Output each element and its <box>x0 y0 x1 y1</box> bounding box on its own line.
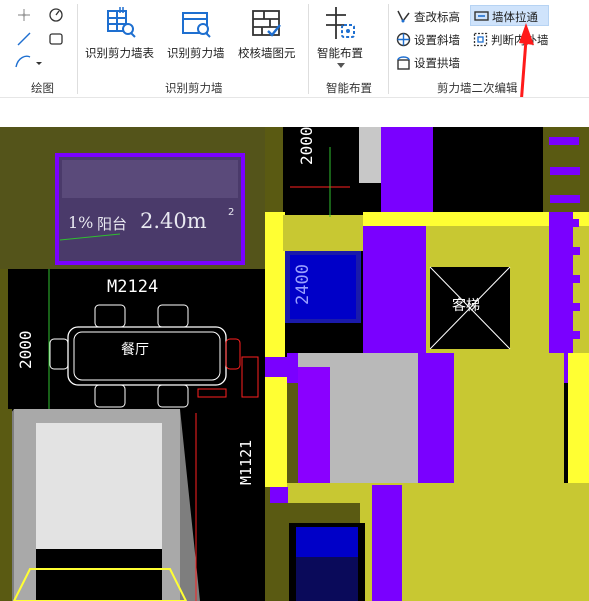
balcony-slope-text: 1% <box>68 213 94 232</box>
ribbon-toolbar: 绘图 识别剪力墙表 识别剪力墙 校核墙图元 识别剪力墙 智能布置 智能布置 查改… <box>0 0 589 158</box>
cad-canvas[interactable]: 1% 阳台 2.40m 2 M2124 2000 2000 2400 餐厅 M1… <box>0 127 589 601</box>
dining-room-label: 餐厅 <box>121 342 149 358</box>
wall-join-icon <box>474 11 489 21</box>
dim-2000-top: 2000 <box>297 127 316 165</box>
check-wall-button[interactable]: 校核墙图元 <box>238 45 296 61</box>
rect-icon[interactable] <box>48 31 64 47</box>
group-label-draw: 绘图 <box>31 81 54 95</box>
door-m2124-label: M2124 <box>107 277 159 297</box>
set-slant-wall-button[interactable]: 设置斜墙 <box>414 32 460 48</box>
elevation-icon[interactable] <box>396 9 411 24</box>
elevator-label: 客梯 <box>452 298 480 314</box>
smart-place-icon[interactable] <box>324 5 358 41</box>
arch-wall-icon[interactable] <box>396 55 411 70</box>
dim-2400: 2400 <box>293 264 313 305</box>
group-label-identify: 识别剪力墙 <box>165 81 223 95</box>
door-m1121-label: M1121 <box>237 439 255 485</box>
arc-icon[interactable] <box>14 53 42 69</box>
edit-elevation-button[interactable]: 查改标高 <box>414 9 460 25</box>
separator <box>388 4 389 94</box>
balcony-index-text: 2 <box>228 207 235 218</box>
identify-wall-button[interactable]: 识别剪力墙 <box>167 45 225 61</box>
ribbon-bottom-space <box>0 97 589 128</box>
check-wall-icon[interactable] <box>250 8 284 40</box>
slant-wall-icon[interactable] <box>396 32 411 47</box>
table-icon[interactable] <box>104 7 138 39</box>
point-icon[interactable] <box>16 7 32 23</box>
separator <box>77 4 78 94</box>
balcony-size-text: 2.40m <box>140 209 207 233</box>
floor-plan-drawing <box>0 127 589 601</box>
dim-2000-left: 2000 <box>16 330 35 369</box>
inner-outer-icon[interactable] <box>473 32 488 47</box>
smart-place-button[interactable]: 智能布置 <box>317 45 363 61</box>
chevron-down-icon[interactable] <box>337 63 345 69</box>
wall-identify-icon[interactable] <box>180 8 214 40</box>
separator <box>308 4 309 94</box>
group-label-smart: 智能布置 <box>326 81 372 95</box>
balcony-name-text: 阳台 <box>97 215 128 233</box>
set-arch-wall-button[interactable]: 设置拱墙 <box>414 55 460 71</box>
line-icon[interactable] <box>16 31 32 47</box>
identify-wall-table-button[interactable]: 识别剪力墙表 <box>85 45 154 61</box>
measure-icon[interactable] <box>48 7 64 23</box>
